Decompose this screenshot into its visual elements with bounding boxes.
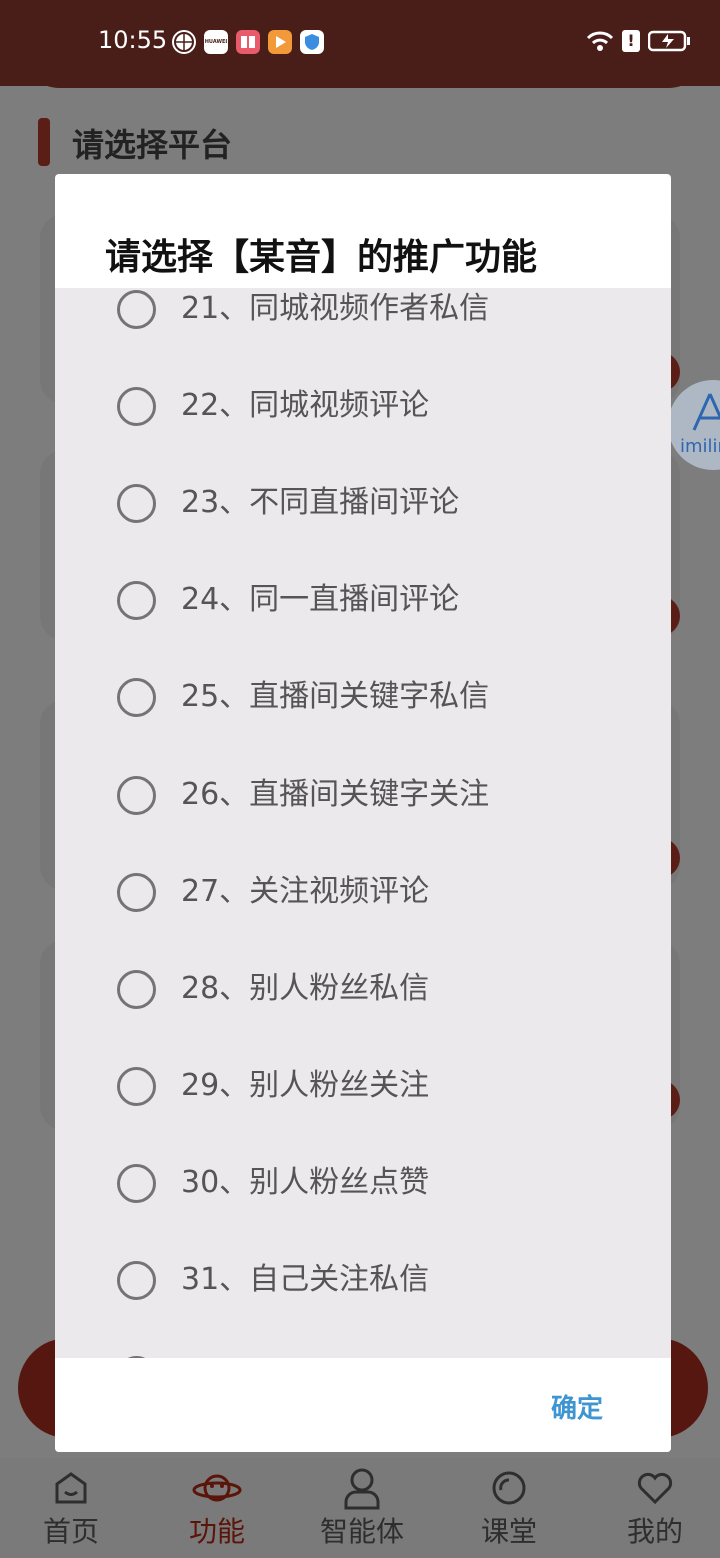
option-label: 28、别人粉丝私信 [181, 971, 430, 1006]
option-item[interactable]: 29、别人粉丝关注 [55, 1067, 671, 1164]
home-icon [55, 1472, 87, 1504]
battery-charging-icon [648, 30, 690, 52]
screen: 10:55 HUAWEI ! 请选择平台 imili 首页 功能 智能体 课堂 … [0, 0, 720, 1558]
option-item[interactable]: 24、同一直播间评论 [55, 581, 671, 678]
option-list[interactable]: 21、同城视频作者私信 22、同城视频评论 23、不同直播间评论 24、同一直播… [55, 288, 671, 1358]
tab-agent[interactable]: 智能体 [307, 1466, 417, 1550]
option-item[interactable]: 28、别人粉丝私信 [55, 970, 671, 1067]
option-label: 26、直播间关键字关注 [181, 777, 490, 812]
floating-badge-text: imilin [680, 436, 720, 457]
wifi-icon [586, 31, 614, 51]
radio-unchecked-icon[interactable] [117, 970, 156, 1009]
option-item[interactable]: 22、同城视频评论 [55, 387, 671, 484]
tab-agent-label: 智能体 [319, 1515, 404, 1548]
huawei-app-icon: HUAWEI [204, 30, 228, 54]
radio-unchecked-icon[interactable] [117, 290, 156, 329]
radio-unchecked-icon[interactable] [117, 1164, 156, 1203]
confirm-button[interactable]: 确定 [551, 1388, 603, 1425]
circle-icon [492, 1471, 526, 1505]
radio-unchecked-icon[interactable] [117, 387, 156, 426]
tab-mine[interactable]: 我的 [600, 1466, 710, 1550]
radio-unchecked-icon[interactable] [117, 873, 156, 912]
tab-classroom[interactable]: 课堂 [454, 1466, 564, 1550]
radio-unchecked-icon[interactable] [117, 678, 156, 717]
option-label: 27、关注视频评论 [181, 874, 430, 909]
dialog-title: 请选择【某音】的推广功能 [105, 237, 538, 278]
status-app-icons: HUAWEI [172, 30, 324, 54]
page-title: 请选择平台 [72, 126, 233, 164]
dialog-footer: 确定 [55, 1358, 671, 1452]
radio-unchecked-icon[interactable] [117, 776, 156, 815]
tab-classroom-label: 课堂 [480, 1515, 537, 1548]
option-item[interactable]: 30、别人粉丝点赞 [55, 1164, 671, 1261]
option-label: 31、自己关注私信 [181, 1262, 430, 1297]
option-item[interactable]: 31、自己关注私信 [55, 1261, 671, 1358]
planet-icon [192, 1474, 242, 1502]
shield-app-icon [300, 30, 324, 54]
option-label: 25、直播间关键字私信 [181, 679, 490, 714]
basketball-app-icon [172, 30, 196, 54]
book-app-icon [236, 30, 260, 54]
option-label: 29、别人粉丝关注 [181, 1068, 430, 1103]
alert-icon: ! [622, 30, 640, 52]
heart-icon [637, 1472, 673, 1505]
tab-functions[interactable]: 功能 [162, 1466, 272, 1550]
tab-mine-label: 我的 [626, 1515, 683, 1548]
option-item[interactable]: 25、直播间关键字私信 [55, 678, 671, 775]
option-label: 30、别人粉丝点赞 [181, 1165, 430, 1200]
option-label: 24、同一直播间评论 [181, 582, 460, 617]
promotion-function-dialog: 请选择【某音】的推广功能 21、同城视频作者私信 22、同城视频评论 23、不同… [55, 174, 671, 1452]
radio-unchecked-icon[interactable] [117, 484, 156, 523]
user-icon [344, 1468, 380, 1510]
video-app-icon [268, 30, 292, 54]
status-system-icons: ! [586, 30, 692, 52]
option-item[interactable]: 26、直播间关键字关注 [55, 776, 671, 873]
huawei-label: HUAWEI [204, 39, 228, 45]
option-item[interactable]: 27、关注视频评论 [55, 873, 671, 970]
triangle-logo-icon [692, 393, 720, 431]
radio-unchecked-icon[interactable] [117, 581, 156, 620]
radio-unchecked-icon[interactable] [117, 1067, 156, 1106]
status-time: 10:55 [98, 26, 168, 54]
tab-home[interactable]: 首页 [16, 1466, 126, 1550]
option-label: 22、同城视频评论 [181, 388, 430, 423]
option-item[interactable]: 23、不同直播间评论 [55, 484, 671, 581]
option-label: 23、不同直播间评论 [181, 485, 460, 520]
tab-home-label: 首页 [42, 1515, 99, 1548]
page-title-accent [38, 118, 50, 166]
option-label: 21、同城视频作者私信 [181, 291, 490, 326]
radio-unchecked-icon[interactable] [117, 1261, 156, 1300]
option-item[interactable]: 21、同城视频作者私信 [55, 290, 671, 387]
tab-functions-label: 功能 [188, 1515, 245, 1548]
